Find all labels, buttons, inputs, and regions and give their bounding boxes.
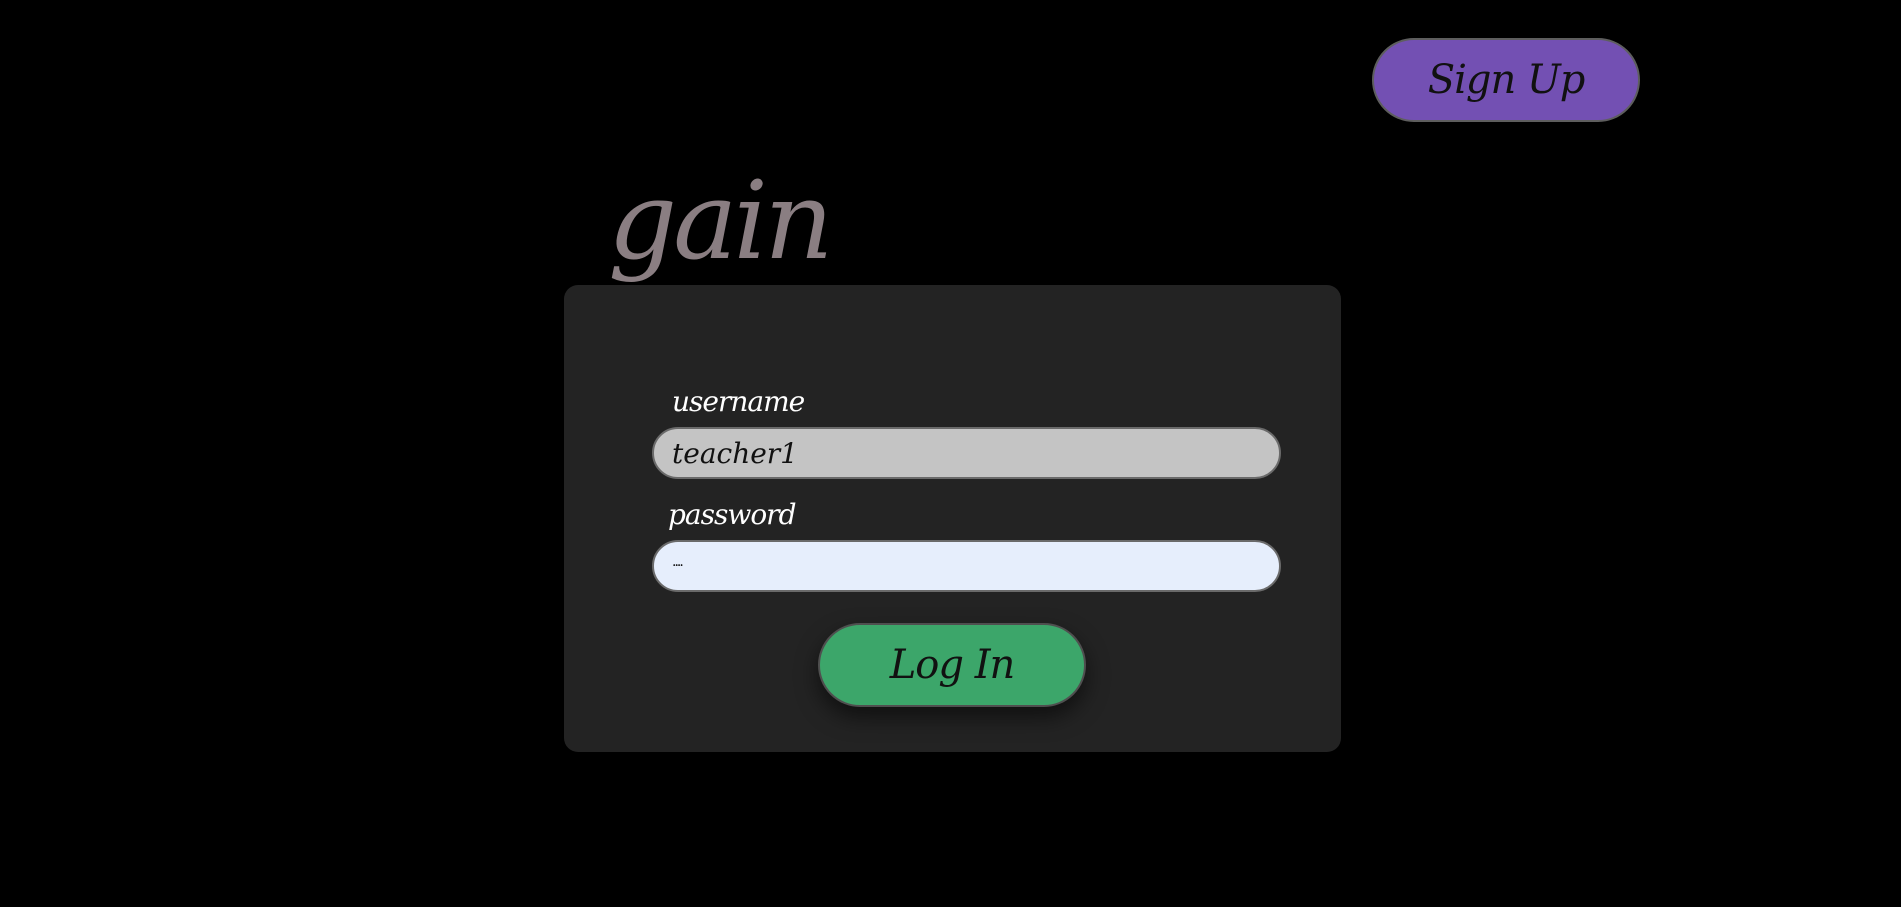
signup-button[interactable]: Sign Up xyxy=(1372,38,1640,122)
password-input[interactable] xyxy=(652,540,1281,592)
login-button[interactable]: Log In xyxy=(818,623,1086,707)
password-label: password xyxy=(668,498,796,531)
username-label: username xyxy=(672,385,805,418)
username-input[interactable] xyxy=(652,427,1281,479)
logo: gain xyxy=(608,159,834,284)
page: Sign Up gain username password Log In xyxy=(0,0,1901,907)
login-card: username password Log In xyxy=(564,285,1341,752)
